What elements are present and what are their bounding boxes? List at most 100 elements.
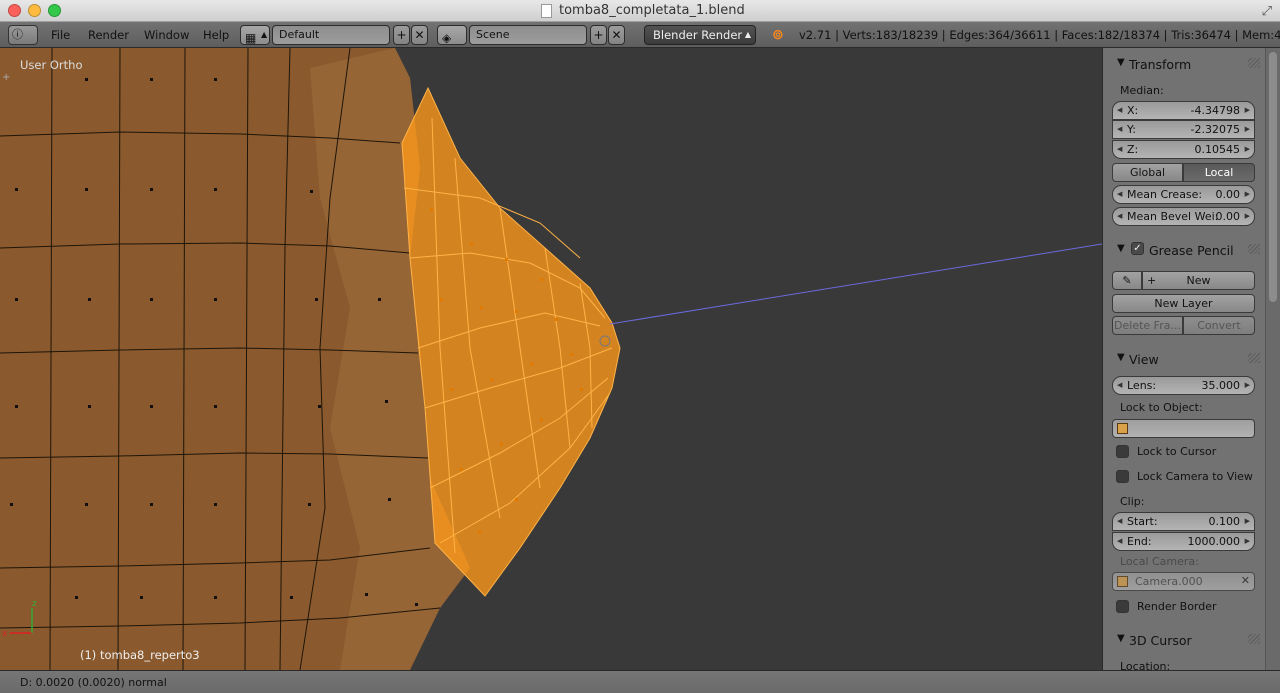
close-window-button[interactable] <box>8 4 21 17</box>
collapse-triangle-icon: ▼ <box>1117 57 1125 68</box>
chevron-left-icon: ◀ <box>1117 537 1123 545</box>
button-label: New <box>1186 274 1211 287</box>
field-value: -2.32075 <box>1190 123 1240 136</box>
close-icon: ✕ <box>414 28 425 42</box>
median-x-field[interactable]: ◀ X: -4.34798 ▶ <box>1112 101 1255 120</box>
menu-file[interactable]: File <box>51 28 70 42</box>
drag-grip-icon[interactable] <box>1248 634 1260 644</box>
clip-start-field[interactable]: ◀ Start: 0.100 ▶ <box>1112 512 1255 531</box>
lock-camera-to-view-label: Lock Camera to View <box>1137 470 1253 483</box>
lock-object-field[interactable] <box>1112 419 1255 438</box>
panel-header-3d-cursor[interactable]: ▼ 3D Cursor <box>1103 628 1265 652</box>
viewport-plus-icon[interactable]: + <box>2 72 10 83</box>
panel-header-transform[interactable]: ▼ Transform <box>1103 52 1265 76</box>
field-label: Lens: <box>1127 379 1157 392</box>
clear-camera-icon[interactable]: ✕ <box>1241 574 1250 587</box>
menu-window[interactable]: Window <box>144 28 189 42</box>
plus-icon: + <box>396 28 407 42</box>
lock-to-cursor-checkbox[interactable] <box>1116 445 1129 458</box>
median-z-field[interactable]: ◀ Z: 0.10545 ▶ <box>1112 140 1255 159</box>
collapse-triangle-icon: ▼ <box>1117 243 1125 254</box>
fullscreen-icon[interactable]: ⤢ <box>1262 4 1272 19</box>
field-value: 0.00 <box>1215 188 1241 201</box>
mean-bevel-weight-field[interactable]: ◀ Mean Bevel Wei: 0.00 ▶ <box>1112 207 1255 226</box>
scene-name[interactable]: Scene <box>469 25 587 45</box>
chevron-left-icon: ◀ <box>1117 517 1123 525</box>
grease-pencil-checkbox[interactable]: ✓ <box>1131 242 1144 255</box>
median-y-field[interactable]: ◀ Y: -2.32075 ▶ <box>1112 120 1255 139</box>
chevron-left-icon: ◀ <box>1117 381 1123 389</box>
field-value: -4.34798 <box>1190 104 1240 117</box>
scrollbar-thumb[interactable] <box>1269 52 1277 302</box>
field-label: End: <box>1127 535 1152 548</box>
screen-layout-name[interactable]: Default <box>272 25 390 45</box>
delete-screen-button[interactable]: ✕ <box>411 25 428 45</box>
field-value: 0.100 <box>1208 515 1241 528</box>
object-cube-icon <box>1117 423 1128 434</box>
camera-object-icon <box>1117 576 1128 587</box>
scene-icon: ◈ <box>442 31 452 45</box>
convert-button[interactable]: Convert <box>1183 316 1255 335</box>
add-scene-button[interactable]: + <box>590 25 607 45</box>
minimize-window-button[interactable] <box>28 4 41 17</box>
collapse-triangle-icon: ▼ <box>1117 633 1125 644</box>
median-label: Median: <box>1120 84 1164 97</box>
window-titlebar: tomba8_completata_1.blend ⤢ <box>0 0 1280 22</box>
mean-crease-field[interactable]: ◀ Mean Crease: 0.00 ▶ <box>1112 185 1255 204</box>
drag-grip-icon[interactable] <box>1248 353 1260 363</box>
field-value: 0.00 <box>1215 210 1241 223</box>
field-label: Z: <box>1127 143 1139 156</box>
zoom-window-button[interactable] <box>48 4 61 17</box>
panel-title: 3D Cursor <box>1129 633 1192 648</box>
local-toggle[interactable]: Local <box>1183 163 1255 182</box>
grease-pencil-datablock-selector[interactable]: ✎ <box>1112 271 1142 290</box>
render-engine-dropdown[interactable]: Blender Render ▲▼ <box>644 25 756 57</box>
field-label: Mean Bevel Wei: <box>1127 210 1219 223</box>
global-toggle[interactable]: Global <box>1112 163 1183 182</box>
new-layer-button[interactable]: New Layer <box>1112 294 1255 313</box>
local-camera-value: Camera.000 <box>1135 575 1203 588</box>
drag-grip-icon[interactable] <box>1248 58 1260 68</box>
panel-header-grease-pencil[interactable]: ▼ ✓ Grease Pencil <box>1103 238 1265 262</box>
window-title: tomba8_completata_1.blend <box>559 3 745 18</box>
panel-header-view[interactable]: ▼ View <box>1103 347 1265 371</box>
info-icon: ⓘ <box>12 28 23 41</box>
pencil-icon: ✎ <box>1122 274 1132 287</box>
viewport-canvas[interactable]: x z <box>0 48 1102 670</box>
collapse-triangle-icon: ▼ <box>1117 352 1125 363</box>
properties-scrollbar[interactable] <box>1265 48 1280 670</box>
chevron-left-icon: ◀ <box>1117 212 1123 220</box>
render-border-checkbox[interactable] <box>1116 600 1129 613</box>
chevron-right-icon: ▶ <box>1244 106 1250 114</box>
delete-frame-button[interactable]: Delete Fra... <box>1112 316 1183 335</box>
field-value: 35.000 <box>1201 379 1241 392</box>
editor-type-button[interactable]: ⓘ ▲▼ <box>8 25 38 58</box>
lock-camera-to-view-checkbox[interactable] <box>1116 470 1129 483</box>
document-icon <box>541 4 552 18</box>
field-label: Mean Crease: <box>1127 188 1203 201</box>
clip-end-field[interactable]: ◀ End: 1000.000 ▶ <box>1112 532 1255 551</box>
local-camera-field[interactable]: Camera.000 ✕ <box>1112 572 1255 591</box>
field-label: Start: <box>1127 515 1158 528</box>
chevron-left-icon: ◀ <box>1117 145 1123 153</box>
grease-pencil-new-button[interactable]: + New <box>1142 271 1255 290</box>
chevron-right-icon: ▶ <box>1244 517 1250 525</box>
chevron-left-icon: ◀ <box>1117 125 1123 133</box>
menu-render[interactable]: Render <box>88 28 129 42</box>
view-mode-label: User Ortho <box>20 58 83 72</box>
scene-selector[interactable]: ◈ <box>437 25 467 45</box>
blender-logo-icon: ⊚ <box>772 27 784 43</box>
chevron-right-icon: ▶ <box>1244 212 1250 220</box>
status-text: D: 0.0020 (0.0020) normal <box>20 676 167 689</box>
axis-x-label: x <box>2 629 8 639</box>
delete-scene-button[interactable]: ✕ <box>608 25 625 45</box>
screen-layout-selector[interactable]: ▦ ▲ <box>240 25 270 45</box>
field-value: 0.10545 <box>1194 143 1241 156</box>
layout-grid-icon: ▦ <box>245 31 257 45</box>
properties-panel: ▼ Transform Median: ◀ X: -4.34798 ▶ ◀ Y:… <box>1102 48 1265 670</box>
lens-field[interactable]: ◀ Lens: 35.000 ▶ <box>1112 376 1255 395</box>
drag-grip-icon[interactable] <box>1248 244 1260 254</box>
3d-viewport[interactable]: x z User Ortho + (1) tomba8_reperto3 <box>0 48 1102 670</box>
add-screen-button[interactable]: + <box>393 25 410 45</box>
menu-help[interactable]: Help <box>203 28 229 42</box>
